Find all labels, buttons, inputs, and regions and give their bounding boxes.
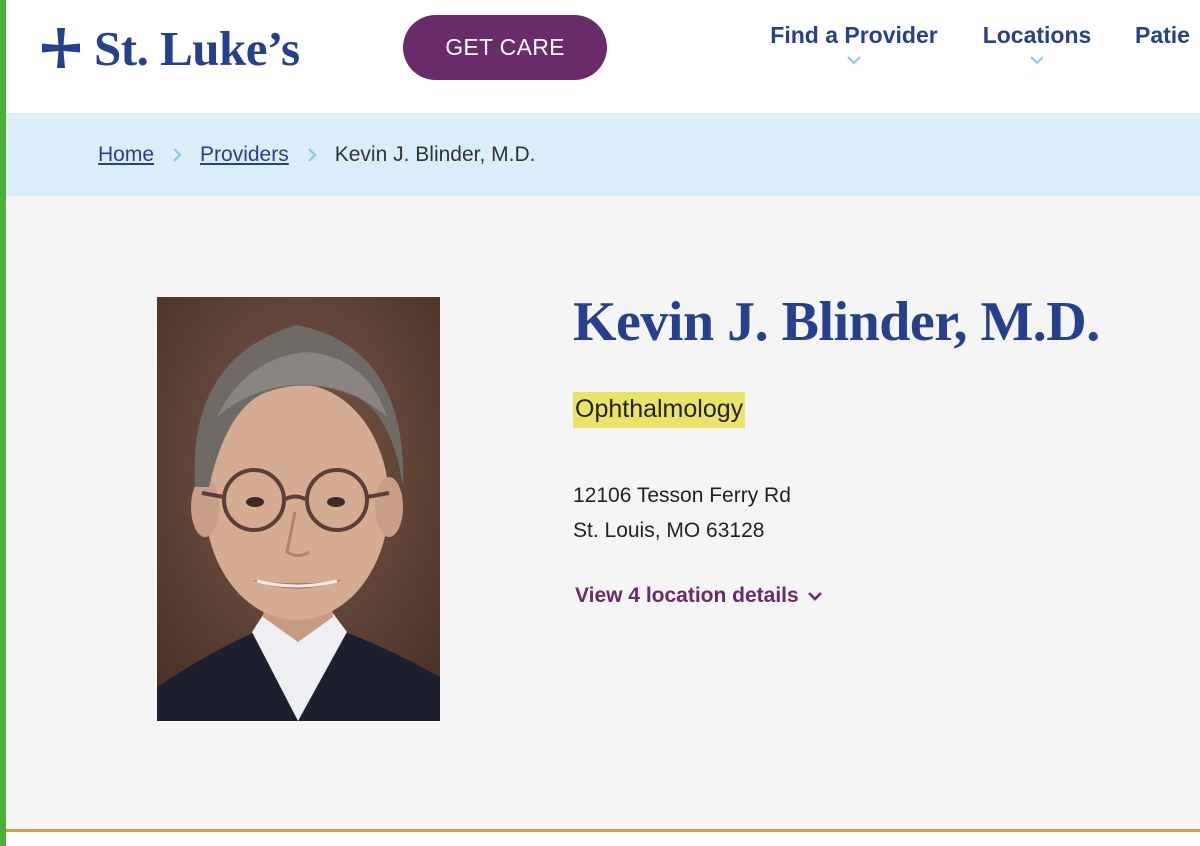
view-location-details-toggle[interactable]: View 4 location details — [575, 584, 823, 608]
chevron-right-icon — [307, 147, 317, 163]
breadcrumb-current: Kevin J. Blinder, M.D. — [334, 143, 536, 166]
logo-text: St. Luke’s — [94, 20, 300, 76]
get-care-button[interactable]: GET CARE — [403, 15, 607, 80]
provider-name: Kevin J. Blinder, M.D. — [573, 291, 1100, 353]
nav-patients[interactable]: Patie — [1135, 22, 1200, 49]
window-edge — [0, 0, 6, 846]
site-logo[interactable]: St. Luke’s — [40, 18, 300, 78]
nav-label: Patie — [1135, 22, 1190, 48]
chevron-right-icon — [172, 147, 182, 163]
site-header: St. Luke’s GET CARE Find a Provider Loca… — [0, 0, 1200, 114]
breadcrumb: Home Providers Kevin J. Blinder, M.D. — [0, 114, 1200, 196]
page-footer-area — [0, 832, 1200, 846]
address-line-2: St. Louis, MO 63128 — [573, 519, 765, 542]
nav-label: Find a Provider — [770, 22, 938, 48]
provider-address: 12106 Tesson Ferry Rd St. Louis, MO 6312… — [573, 478, 791, 548]
location-toggle-label: View 4 location details — [575, 584, 799, 607]
chevron-down-icon — [807, 592, 822, 601]
provider-photo — [157, 297, 440, 721]
chevron-down-icon — [847, 56, 861, 65]
breadcrumb-providers-link[interactable]: Providers — [200, 143, 289, 167]
address-line-1: 12106 Tesson Ferry Rd — [573, 484, 791, 507]
nav-find-a-provider[interactable]: Find a Provider — [768, 22, 940, 65]
cross-icon — [40, 26, 82, 70]
specialty-tag: Ophthalmology — [573, 392, 746, 428]
chevron-down-icon — [1030, 56, 1044, 65]
nav-locations[interactable]: Locations — [982, 22, 1092, 65]
breadcrumb-home-link[interactable]: Home — [98, 143, 154, 167]
nav-label: Locations — [982, 22, 1092, 48]
